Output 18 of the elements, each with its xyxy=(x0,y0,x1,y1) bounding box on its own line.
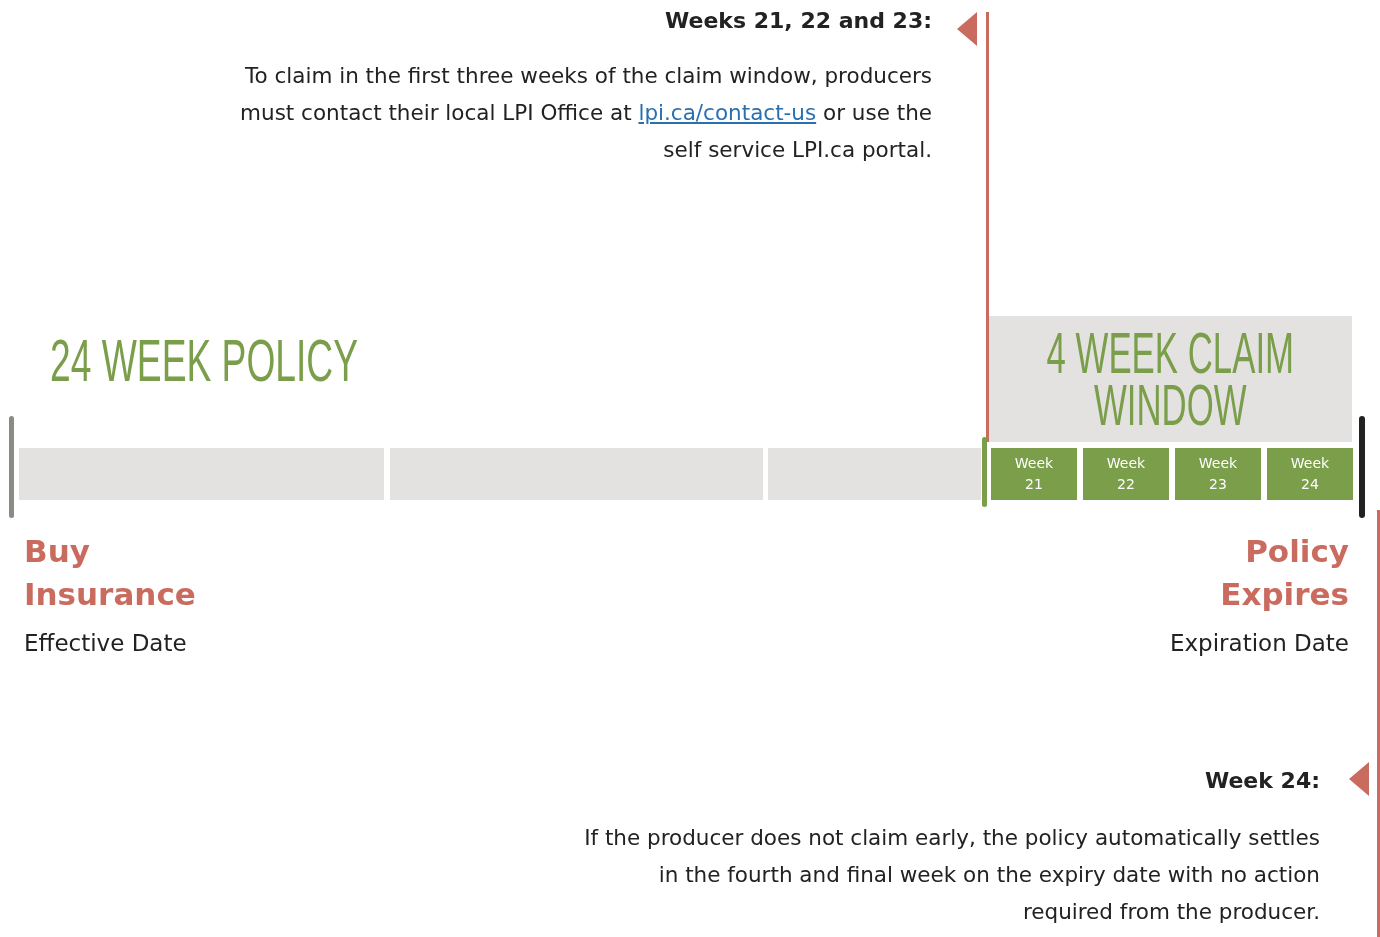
claim-marker xyxy=(982,437,987,507)
week-block: Week 22 xyxy=(1083,448,1169,500)
contact-link[interactable]: lpi.ca/contact-us xyxy=(638,100,817,125)
callout-heading: Weeks 21, 22 and 23: xyxy=(665,8,932,33)
pointer-icon xyxy=(957,12,977,46)
start-title: Buy Insurance xyxy=(24,532,196,614)
claim-window-title: 4 WEEK CLAIM WINDOW xyxy=(1046,327,1295,431)
callout-heading: Week 24: xyxy=(1204,768,1320,793)
week-block: Week 21 xyxy=(991,448,1077,500)
end-title: Policy Expires xyxy=(1219,532,1349,614)
week-block: Week 23 xyxy=(1175,448,1261,500)
callout-paragraph: If the producer does not claim early, the policy automatically settles in the fourth and final week on the expiry date with no action required from the producer. xyxy=(583,824,1320,926)
policy-title: 24 WEEK POLICY xyxy=(50,326,359,395)
end-subtitle: Expiration Date xyxy=(1169,630,1349,656)
pointer-icon xyxy=(1349,762,1369,796)
week-block: Week 24 xyxy=(1267,448,1353,500)
callout-paragraph: To claim in the first three weeks of the claim window, producers must contact their local LPI Office at lpi.ca/contact-us or use the self service LPI.ca portal. xyxy=(239,62,932,164)
start-subtitle: Effective Date xyxy=(24,630,188,656)
